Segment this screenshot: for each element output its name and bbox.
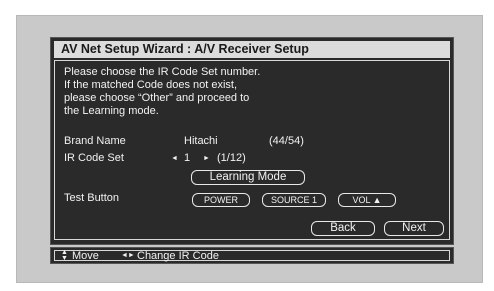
next-button[interactable]: Next: [384, 221, 444, 236]
test-button-label: Test Button: [64, 192, 120, 204]
left-arrow-icon[interactable]: ◄: [171, 152, 178, 165]
brand-name-label: Brand Name: [64, 135, 126, 147]
setup-wizard-dialog: AV Net Setup Wizard : A/V Receiver Setup…: [50, 37, 454, 245]
instruction-line: If the matched Code does not exist,: [64, 79, 238, 91]
brand-position: (44/54): [269, 135, 304, 147]
instruction-line: Please choose the IR Code Set number.: [64, 66, 261, 78]
move-hint: Move: [72, 250, 99, 262]
status-bar: ▲ ▼ Move ◄► Change IR Code: [50, 247, 454, 264]
ir-code-set-label: IR Code Set: [64, 152, 124, 164]
brand-name-value: Hitachi: [184, 135, 218, 147]
back-button[interactable]: Back: [311, 221, 375, 236]
left-right-arrows-icon: ◄►: [121, 252, 135, 259]
instruction-line: please choose “Other” and proceed to: [64, 92, 250, 104]
power-test-button[interactable]: POWER: [192, 193, 250, 207]
right-arrow-icon[interactable]: ►: [203, 152, 210, 165]
ir-code-position: (1/12): [217, 152, 246, 164]
dialog-title: AV Net Setup Wizard : A/V Receiver Setup: [54, 41, 450, 58]
volume-up-test-button[interactable]: VOL ▲: [338, 193, 396, 207]
learning-mode-button[interactable]: Learning Mode: [191, 170, 305, 185]
change-ir-code-hint: Change IR Code: [137, 250, 219, 262]
source1-test-button[interactable]: SOURCE 1: [262, 193, 326, 207]
ir-code-value[interactable]: 1: [184, 152, 190, 165]
status-bar-frame: ▲ ▼ Move ◄► Change IR Code: [54, 249, 450, 262]
dialog-content: Please choose the IR Code Set number. If…: [54, 60, 450, 240]
up-down-arrows-icon: ▲ ▼: [61, 249, 68, 262]
instructions: Please choose the IR Code Set number. If…: [64, 66, 260, 118]
instruction-line: the Learning mode.: [64, 105, 159, 117]
